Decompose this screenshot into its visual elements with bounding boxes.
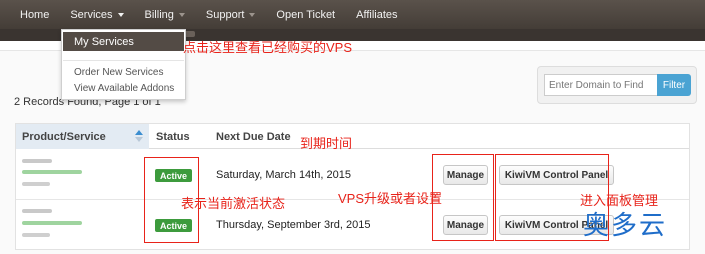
nav-services-label: Services: [70, 8, 113, 21]
annotation-box-manage: [432, 154, 494, 241]
redacted-product-name: [22, 209, 52, 213]
nav-billing[interactable]: Billing: [145, 0, 185, 29]
annotation-vps-upgrade: VPS升级或者设置: [338, 191, 443, 206]
column-header-product[interactable]: Product/Service: [22, 131, 106, 143]
nav-open-ticket[interactable]: Open Ticket: [276, 0, 335, 29]
column-header-due-date[interactable]: Next Due Date: [216, 131, 291, 143]
watermark-logo: 奥多云: [583, 211, 668, 241]
sort-icon[interactable]: [135, 130, 143, 144]
nav-home[interactable]: Home: [20, 0, 49, 29]
redacted-product-ip: [22, 233, 50, 237]
nav-support[interactable]: Support: [206, 0, 256, 29]
due-date: Thursday, September 3rd, 2015: [216, 219, 371, 231]
nav-affiliates[interactable]: Affiliates: [356, 0, 397, 29]
nav-affiliates-label: Affiliates: [356, 8, 398, 21]
table-header: Product/Service Status Next Due Date: [16, 124, 689, 149]
dropdown-divider: [63, 60, 184, 61]
annotation-click-here: 点击这里查看已经购买的VPS: [183, 40, 353, 55]
filter-button[interactable]: Filter: [657, 74, 691, 96]
top-nav: Home Services Billing Support Open Ticke…: [0, 0, 705, 29]
dropdown-item-my-services[interactable]: My Services: [63, 32, 184, 51]
nav-support-label: Support: [205, 8, 245, 21]
redacted-product-ip: [22, 182, 50, 186]
redacted-product-link[interactable]: [22, 221, 82, 225]
redacted-product-name: [22, 159, 52, 163]
annotation-due-time: 到期时间: [300, 136, 353, 151]
nav-home-label: Home: [20, 8, 50, 21]
domain-search-input[interactable]: [544, 74, 658, 96]
dropdown-item-order-new[interactable]: Order New Services: [74, 67, 163, 78]
chevron-down-icon: [249, 13, 256, 17]
due-date: Saturday, March 14th, 2015: [216, 169, 351, 181]
nav-open-ticket-label: Open Ticket: [276, 8, 336, 21]
annotation-box-status: [144, 157, 199, 243]
chevron-down-icon: [178, 13, 185, 17]
dropdown-item-view-addons[interactable]: View Available Addons: [74, 83, 174, 94]
services-dropdown: My Services Order New Services View Avai…: [61, 29, 186, 100]
nav-billing-label: Billing: [144, 8, 174, 21]
nav-services[interactable]: Services: [70, 0, 124, 29]
redacted-product-link[interactable]: [22, 170, 82, 174]
column-header-status[interactable]: Status: [156, 131, 190, 143]
chevron-down-icon: [117, 13, 124, 17]
